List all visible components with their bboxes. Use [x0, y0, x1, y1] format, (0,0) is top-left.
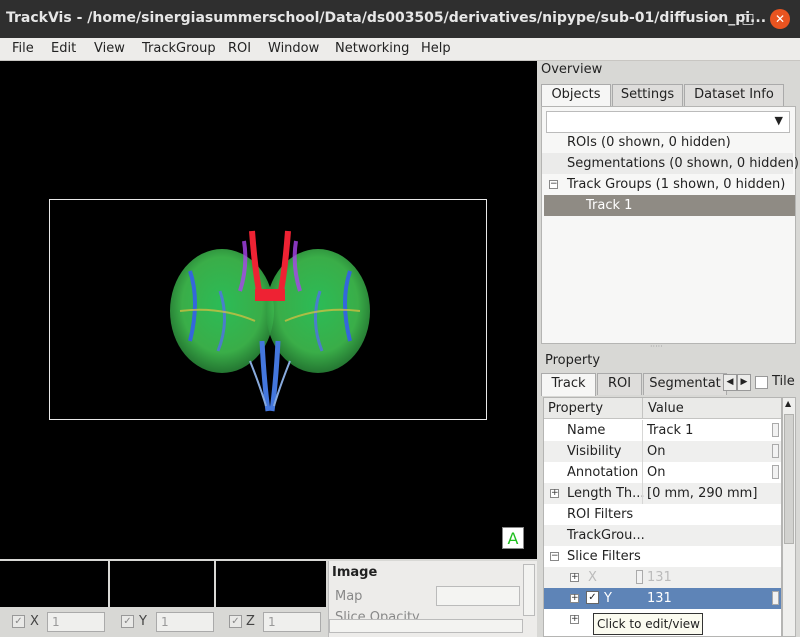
property-table-vscroll[interactable]: ▲	[782, 397, 796, 637]
slice-opacity-label: Slice Opacity	[335, 611, 420, 619]
overview-tabs: Objects Settings Dataset Info	[541, 84, 796, 107]
slice-x-spinner[interactable]: 1	[47, 612, 105, 632]
menu-bar: File Edit View TrackGroup ROI Window Net…	[0, 38, 800, 61]
orientation-indicator: A	[502, 527, 524, 549]
tree-item-segmentations[interactable]: Segmentations (0 shown, 0 hidden)	[542, 153, 799, 174]
image-panel-hscroll[interactable]	[329, 619, 523, 633]
column-property: Property	[548, 401, 604, 416]
image-panel: Image Map Slice Opacity	[328, 561, 537, 637]
menu-roi[interactable]: ROI	[228, 41, 251, 56]
tractography-render	[170, 230, 370, 412]
edit-handle-icon[interactable]	[636, 570, 643, 584]
render-viewport[interactable]: A	[0, 61, 537, 559]
tree-item-rois[interactable]: ROIs (0 shown, 0 hidden)	[542, 132, 793, 153]
tab-roi[interactable]: ROI	[597, 373, 642, 395]
slice-z-checkbox[interactable]: ✓	[229, 615, 242, 628]
window-titlebar: TrackVis - /home/sinergiasummerschool/Da…	[0, 0, 800, 38]
collapse-icon[interactable]: −	[549, 180, 558, 189]
tab-scroll-left-icon[interactable]: ◀	[723, 374, 737, 391]
property-row-roi-filters[interactable]: ROI Filters	[544, 504, 781, 525]
slice-x-label: X	[30, 614, 39, 629]
close-button[interactable]: ✕	[770, 9, 790, 29]
splitter-handle[interactable]: ·····	[650, 342, 663, 351]
edit-handle-icon[interactable]	[772, 444, 779, 458]
window-title: TrackVis - /home/sinergiasummerschool/Da…	[6, 10, 767, 26]
property-row-slice-y[interactable]: + ✓ Y 131	[544, 588, 781, 609]
property-row-slice-filters[interactable]: − Slice Filters	[544, 546, 781, 567]
slice-view-x[interactable]	[0, 561, 108, 607]
edit-handle-icon[interactable]	[772, 423, 779, 437]
tab-track[interactable]: Track	[541, 373, 596, 396]
tile-label: Tile	[772, 374, 795, 389]
column-value: Value	[648, 401, 684, 416]
edit-handle-icon[interactable]	[772, 465, 779, 479]
property-row-length-threshold[interactable]: + Length Th... [0 mm, 290 mm]	[544, 483, 781, 504]
menu-file[interactable]: File	[12, 41, 34, 56]
image-panel-vscroll[interactable]	[523, 564, 535, 616]
expand-icon[interactable]: +	[570, 615, 579, 624]
slice-view-y[interactable]	[110, 561, 214, 607]
expand-icon[interactable]: +	[550, 489, 559, 498]
property-row-visibility[interactable]: Visibility On	[544, 441, 781, 462]
maximize-button[interactable]: □	[738, 9, 758, 29]
property-heading: Property	[545, 353, 601, 368]
slice-z-label: Z	[246, 614, 255, 629]
chevron-down-icon: ▼	[774, 114, 783, 127]
menu-help[interactable]: Help	[421, 41, 451, 56]
property-row-slice-x[interactable]: + X 131	[544, 567, 781, 588]
minimize-button[interactable]: –	[706, 9, 726, 29]
map-label: Map	[335, 589, 363, 604]
expand-icon[interactable]: +	[570, 594, 579, 603]
tree-item-track-1[interactable]: Track 1	[544, 195, 795, 216]
edit-handle-icon[interactable]	[772, 591, 779, 605]
image-panel-heading: Image	[332, 565, 378, 580]
property-row-name[interactable]: Name Track 1	[544, 420, 781, 441]
property-row-trackgroup[interactable]: TrackGrou...	[544, 525, 781, 546]
tab-dataset-info[interactable]: Dataset Info	[684, 84, 784, 106]
tab-scroll-right-icon[interactable]: ▶	[737, 374, 751, 391]
menu-window[interactable]: Window	[268, 41, 319, 56]
tab-objects[interactable]: Objects	[541, 84, 611, 107]
scroll-up-icon[interactable]: ▲	[785, 399, 791, 408]
slice-y-checkbox[interactable]: ✓	[121, 615, 134, 628]
tab-settings[interactable]: Settings	[612, 84, 683, 106]
collapse-icon[interactable]: −	[550, 552, 559, 561]
property-row-annotation[interactable]: Annotation On	[544, 462, 781, 483]
slice-controls: ✓ X 1 ✓ Y 1 ✓ Z 1	[0, 608, 328, 637]
tile-checkbox[interactable]	[755, 376, 768, 389]
objects-pane: ▼ ROIs (0 shown, 0 hidden) Segmentations…	[541, 106, 799, 344]
menu-view[interactable]: View	[94, 41, 125, 56]
tab-segmentations[interactable]: Segmentat	[643, 373, 727, 395]
expand-icon[interactable]: +	[570, 573, 579, 582]
tree-item-track-groups[interactable]: − Track Groups (1 shown, 0 hidden)	[542, 174, 793, 195]
slice-y-filter-checkbox[interactable]: ✓	[586, 591, 599, 604]
property-scroll-thumb[interactable]	[784, 414, 794, 544]
slice-x-checkbox[interactable]: ✓	[12, 615, 25, 628]
objects-filter-combo[interactable]: ▼	[546, 111, 790, 133]
menu-networking[interactable]: Networking	[335, 41, 409, 56]
slice-view-z[interactable]	[216, 561, 326, 607]
property-tabs: Track ROI Segmentat	[541, 373, 741, 396]
map-select[interactable]	[436, 586, 520, 606]
slice-y-label: Y	[139, 614, 147, 629]
property-table-header: Property Value	[544, 398, 781, 419]
menu-edit[interactable]: Edit	[51, 41, 76, 56]
slice-y-spinner[interactable]: 1	[156, 612, 214, 632]
overview-heading: Overview	[541, 62, 603, 77]
slice-z-spinner[interactable]: 1	[263, 612, 321, 632]
tooltip: Click to edit/view	[593, 613, 703, 635]
property-table: Property Value Name Track 1 Visibility O…	[543, 397, 782, 637]
menu-trackgroup[interactable]: TrackGroup	[142, 41, 216, 56]
